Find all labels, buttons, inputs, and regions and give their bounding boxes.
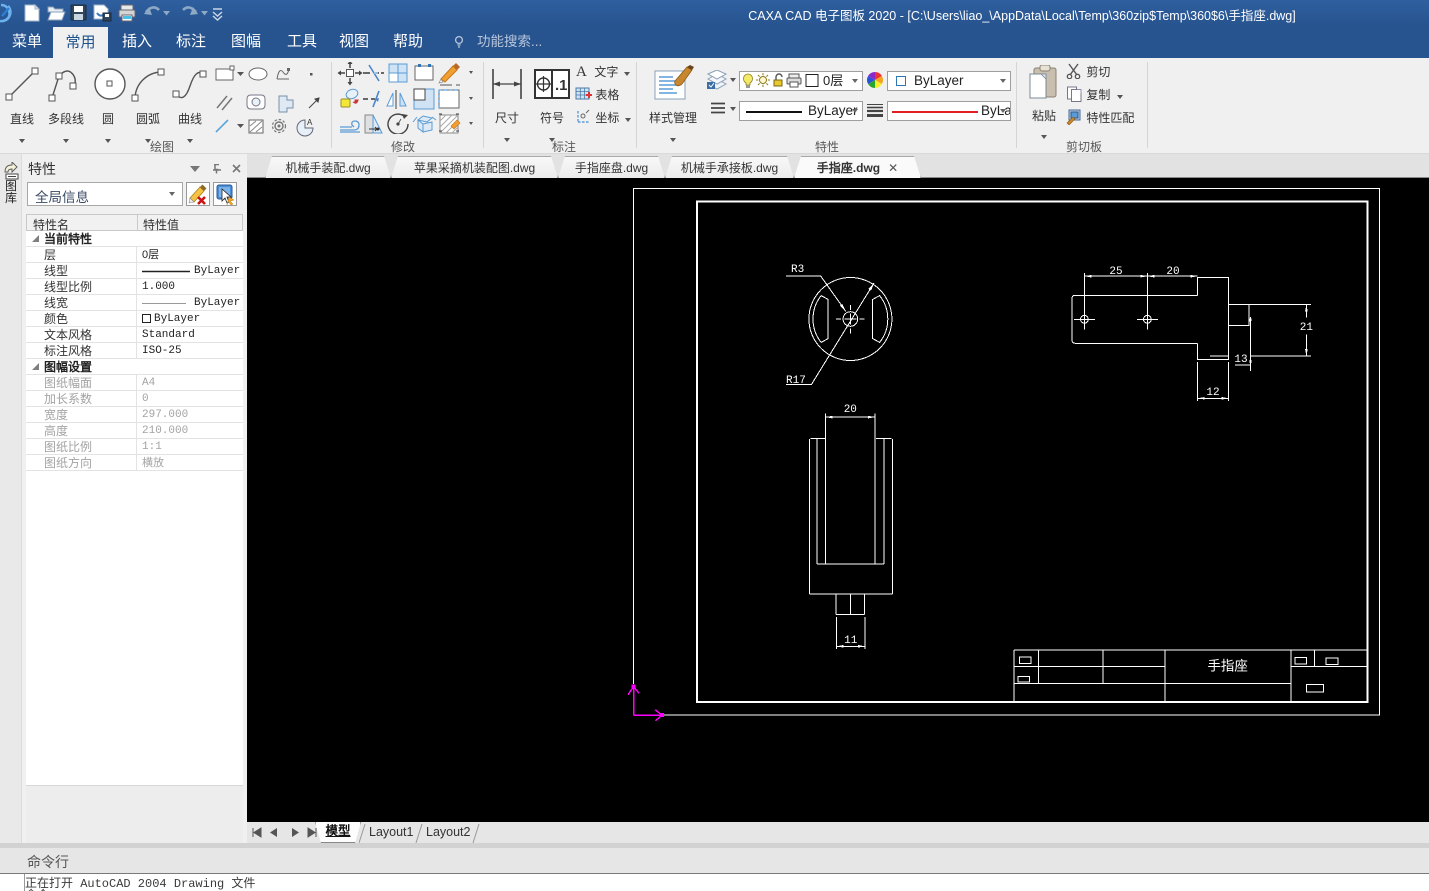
svg-text:11: 11 bbox=[844, 635, 858, 647]
svg-text:A: A bbox=[576, 64, 587, 78]
svg-text:R17: R17 bbox=[786, 375, 806, 387]
svg-text:0层: 0层 bbox=[823, 73, 843, 88]
svg-text:21: 21 bbox=[1300, 322, 1314, 334]
svg-text:A: A bbox=[307, 118, 313, 127]
svg-text:R3: R3 bbox=[791, 264, 804, 276]
svg-text:手指座: 手指座 bbox=[1207, 659, 1248, 674]
svg-text:13: 13 bbox=[1234, 354, 1247, 366]
svg-text:.1: .1 bbox=[555, 77, 568, 94]
svg-text:25: 25 bbox=[1109, 266, 1122, 278]
svg-text:20: 20 bbox=[1166, 266, 1179, 278]
svg-text:12: 12 bbox=[1206, 387, 1219, 399]
svg-text:20: 20 bbox=[844, 404, 857, 416]
